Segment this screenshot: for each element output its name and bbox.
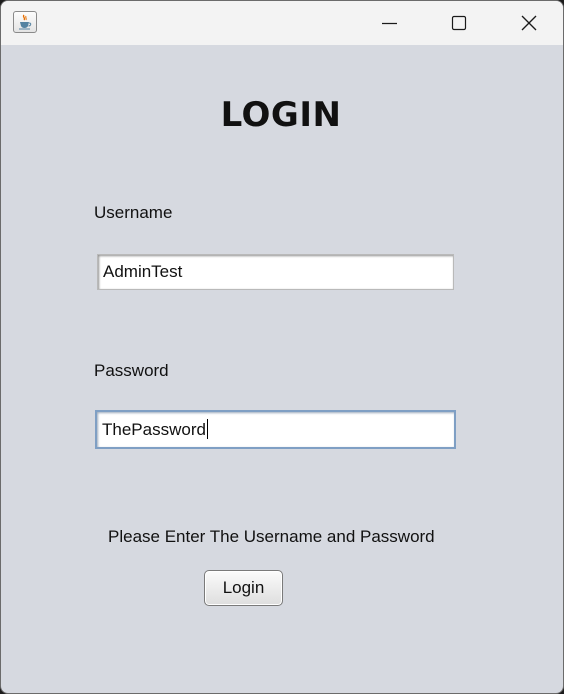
password-field[interactable]: ThePassword <box>95 410 456 449</box>
maximize-icon <box>451 15 467 31</box>
close-button[interactable] <box>494 1 562 45</box>
password-label: Password <box>94 361 169 380</box>
minimize-button[interactable] <box>354 1 422 45</box>
maximize-button[interactable] <box>424 1 492 45</box>
status-message: Please Enter The Username and Password <box>108 527 435 546</box>
username-value: AdminTest <box>103 262 183 281</box>
close-icon <box>521 15 537 31</box>
login-heading: LOGIN <box>220 95 342 135</box>
java-coffee-cup-icon[interactable] <box>13 11 37 33</box>
username-field[interactable]: AdminTest <box>97 254 454 290</box>
text-caret <box>206 419 208 439</box>
username-label: Username <box>94 203 173 222</box>
login-form: LOGIN Username AdminTest Password ThePas… <box>1 45 563 693</box>
login-window: LOGIN Username AdminTest Password ThePas… <box>0 0 564 694</box>
password-value: ThePassword <box>102 420 206 439</box>
title-bar[interactable] <box>1 1 563 45</box>
minimize-icon <box>382 22 397 25</box>
login-button[interactable]: Login <box>204 570 283 606</box>
